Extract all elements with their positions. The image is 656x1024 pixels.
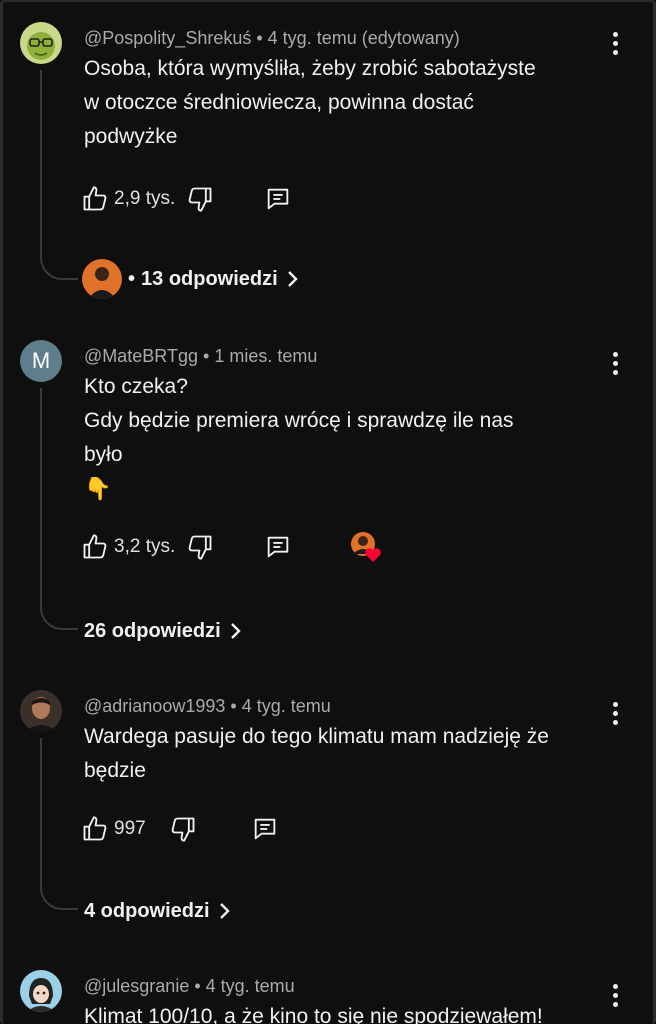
reply-comment-icon xyxy=(267,536,289,558)
replies-count: 4 odpowiedzi xyxy=(84,899,210,922)
comment: @adrianoow1993 • 4 tyg. temu Wardega pasuj… xyxy=(0,690,656,940)
timestamp: 4 tyg. temu (edytowany) xyxy=(267,28,460,48)
separator: • xyxy=(230,696,237,716)
separator: • xyxy=(194,976,201,996)
author-name[interactable]: @adrianoow1993 xyxy=(84,696,225,716)
avatar[interactable] xyxy=(20,970,62,1012)
comment-line: Kto czeka? xyxy=(84,375,188,398)
comment-line: było xyxy=(84,443,123,466)
avatar[interactable]: M xyxy=(20,340,62,382)
dislike-button[interactable] xyxy=(185,532,215,562)
thumbs-down-icon xyxy=(188,535,212,560)
reply-button[interactable] xyxy=(263,532,293,562)
avatar-letter: M xyxy=(31,348,51,373)
thumbs-up-icon xyxy=(83,534,107,559)
creator-heart xyxy=(349,530,383,564)
comment-actions: 997 xyxy=(80,812,280,846)
comment-meta: @julesgranie • 4 tyg. temu xyxy=(84,976,295,997)
thumbs-down-icon xyxy=(188,187,212,212)
comment: @Pospolity_Shrekuś • 4 tyg. temu (edytowan… xyxy=(0,22,656,322)
separator: • xyxy=(203,346,210,366)
thumbs-down-icon xyxy=(171,817,195,842)
comment-text: Osoba, która wymyśliła, żeby zrobić sabo… xyxy=(84,52,624,154)
comment-meta: @MateBRTgg • 1 mies. temu xyxy=(84,346,317,367)
reply-comment-icon xyxy=(267,188,289,210)
man-avatar-icon xyxy=(20,690,62,732)
reply-button[interactable] xyxy=(263,184,293,214)
timestamp: 4 tyg. temu xyxy=(241,696,331,716)
like-count: 3,2 tys. xyxy=(114,536,176,557)
comment-meta: @Pospolity_Shrekuś • 4 tyg. temu (edytowan… xyxy=(84,28,460,49)
timestamp: 4 tyg. temu xyxy=(205,976,295,996)
comment: M @MateBRTgg • 1 mies. temu Kto czeka? Gdy… xyxy=(0,340,656,660)
cartoon-avatar-icon xyxy=(20,970,62,1012)
comment-actions: 3,2 tys. xyxy=(80,530,383,564)
comment-line: Osoba, która wymyśliła, żeby zrobić sabo… xyxy=(84,57,536,80)
dislike-button[interactable] xyxy=(168,814,198,844)
reply-button[interactable] xyxy=(250,814,280,844)
author-name[interactable]: @julesgranie xyxy=(84,976,189,996)
replies-toggle[interactable]: 26 odpowiedzi xyxy=(84,614,243,648)
creator-heart-icon xyxy=(351,532,382,562)
comment-text: Kto czeka? Gdy będzie premiera wrócę i s… xyxy=(84,370,624,506)
thread-line xyxy=(40,388,78,630)
comment-text: Klimat 100/10, a że kino to się nie spod… xyxy=(84,1000,624,1024)
replies-toggle[interactable]: • 13 odpowiedzi xyxy=(82,259,300,299)
person-avatar-icon xyxy=(82,259,122,299)
replies-count: 13 odpowiedzi xyxy=(141,267,278,290)
like-count: 997 xyxy=(114,818,146,839)
replies-count: 26 odpowiedzi xyxy=(84,619,221,642)
comment-line: podwyżke xyxy=(84,125,178,148)
comment-line: będzie xyxy=(84,759,146,782)
chevron-right-icon xyxy=(218,901,232,921)
comment-line: Wardega pasuje do tego klimatu mam nadzi… xyxy=(84,725,549,748)
thread-line xyxy=(40,70,78,280)
chevron-right-icon xyxy=(229,621,243,641)
separator: • xyxy=(256,28,263,48)
like-button[interactable] xyxy=(80,814,110,844)
comment-meta: @adrianoow1993 • 4 tyg. temu xyxy=(84,696,331,717)
comment-line: Klimat 100/10, a że kino to się nie spod… xyxy=(84,1005,543,1024)
dislike-button[interactable] xyxy=(185,184,215,214)
replies-toggle[interactable]: 4 odpowiedzi xyxy=(84,894,232,928)
like-button[interactable] xyxy=(80,532,110,562)
comment-actions: 2,9 tys. xyxy=(80,182,293,216)
author-name[interactable]: @Pospolity_Shrekuś xyxy=(84,28,251,48)
thread-line xyxy=(40,738,78,910)
author-name[interactable]: @MateBRTgg xyxy=(84,346,198,366)
avatar[interactable] xyxy=(20,690,62,732)
chevron-right-icon xyxy=(286,269,300,289)
shrek-avatar-icon xyxy=(20,22,62,64)
like-button[interactable] xyxy=(80,184,110,214)
avatar[interactable] xyxy=(20,22,62,64)
reply-author-avatar xyxy=(82,259,122,299)
timestamp: 1 mies. temu xyxy=(214,346,318,366)
thumbs-up-icon xyxy=(83,816,107,841)
comment: @julesgranie • 4 tyg. temu Klimat 100/10, … xyxy=(0,970,656,1024)
pointing-down-emoji: 👇 xyxy=(84,476,112,501)
separator: • xyxy=(128,267,136,290)
like-count: 2,9 tys. xyxy=(114,188,176,209)
comment-line: Gdy będzie premiera wrócę i sprawdzę ile… xyxy=(84,409,514,432)
thumbs-up-icon xyxy=(83,186,107,211)
comment-text: Wardega pasuje do tego klimatu mam nadzi… xyxy=(84,720,624,788)
comment-line: w otoczce średniowiecza, powinna dostać xyxy=(84,91,474,114)
reply-comment-icon xyxy=(254,818,275,840)
